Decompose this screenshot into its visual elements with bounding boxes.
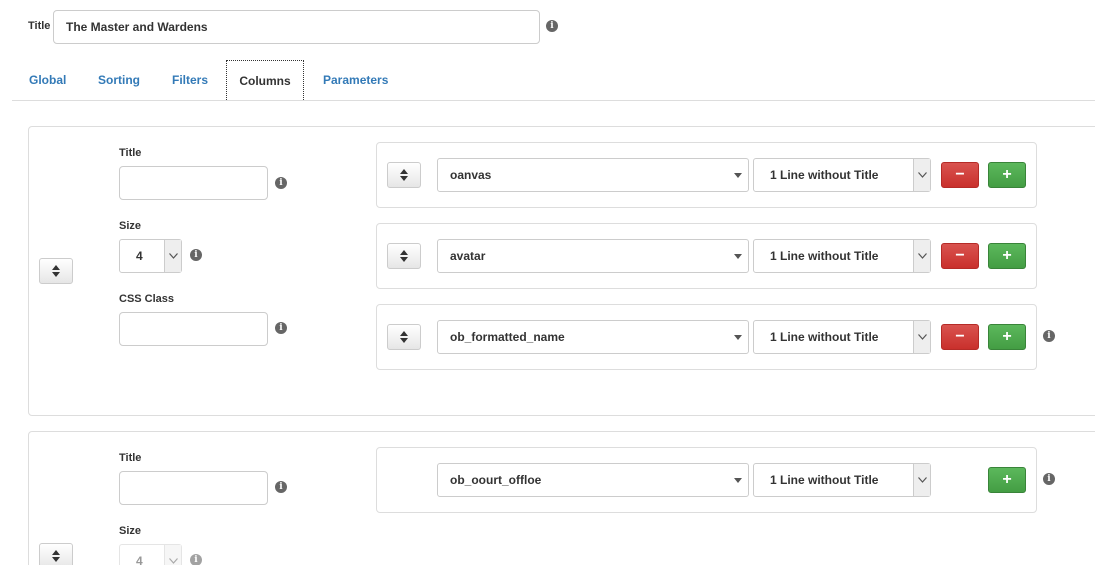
- plus-icon: +: [1002, 328, 1012, 345]
- group-drag-handle[interactable]: [39, 258, 73, 284]
- tabs-divider: [12, 100, 1095, 101]
- sort-icon: [400, 250, 408, 262]
- field-name-value: ob_formatted_name: [450, 330, 565, 344]
- minus-icon: −: [955, 247, 965, 264]
- caret-down-icon: [734, 254, 742, 259]
- field-format-select[interactable]: 1 Line without Title: [753, 320, 931, 354]
- tab-filters[interactable]: Filters: [172, 73, 208, 87]
- group-size-select[interactable]: 4: [119, 544, 182, 565]
- info-icon: i: [1043, 330, 1055, 342]
- group-drag-handle[interactable]: [39, 543, 73, 565]
- field-format-value: 1 Line without Title: [770, 330, 879, 344]
- sort-icon: [52, 265, 60, 277]
- plus-icon: +: [1002, 247, 1012, 264]
- info-icon: i: [1043, 473, 1055, 485]
- field-format-select[interactable]: 1 Line without Title: [753, 158, 931, 192]
- add-field-button[interactable]: +: [988, 243, 1026, 269]
- info-icon: i: [546, 20, 558, 32]
- tab-columns[interactable]: Columns: [226, 60, 304, 100]
- add-field-button[interactable]: +: [988, 162, 1026, 188]
- info-icon: i: [275, 322, 287, 334]
- field-name-value: avatar: [450, 249, 486, 263]
- chevron-down-icon: [913, 159, 930, 191]
- info-icon: i: [275, 177, 287, 189]
- group-size-label: Size: [119, 220, 142, 232]
- field-drag-handle[interactable]: [387, 324, 421, 350]
- chevron-down-icon: [913, 464, 930, 496]
- field-format-select[interactable]: 1 Line without Title: [753, 463, 931, 497]
- field-format-select[interactable]: 1 Line without Title: [753, 239, 931, 273]
- tab-parameters[interactable]: Parameters: [323, 73, 388, 87]
- sort-icon: [400, 169, 408, 181]
- add-field-button[interactable]: +: [988, 324, 1026, 350]
- add-field-button[interactable]: +: [988, 467, 1026, 493]
- minus-icon: −: [955, 166, 965, 183]
- plus-icon: +: [1002, 166, 1012, 183]
- title-label: Title: [28, 20, 51, 32]
- title-input[interactable]: The Master and Wardens: [53, 10, 540, 44]
- caret-down-icon: [734, 173, 742, 178]
- tab-global[interactable]: Global: [29, 73, 66, 87]
- info-icon: i: [190, 554, 202, 565]
- group-title-label: Title: [119, 147, 142, 159]
- group-size-value: 4: [136, 554, 143, 565]
- remove-field-button[interactable]: −: [941, 162, 979, 188]
- field-format-value: 1 Line without Title: [770, 249, 879, 263]
- field-name-value: oanvas: [450, 168, 492, 182]
- field-format-value: 1 Line without Title: [770, 473, 879, 487]
- field-name-value: ob_oourt_offloe: [450, 473, 542, 487]
- tab-sorting[interactable]: Sorting: [98, 73, 140, 87]
- chevron-down-icon: [164, 545, 181, 565]
- field-name-select[interactable]: avatar: [437, 239, 749, 273]
- minus-icon: −: [955, 328, 965, 345]
- sort-icon: [400, 331, 408, 343]
- chevron-down-icon: [913, 321, 930, 353]
- caret-down-icon: [734, 335, 742, 340]
- remove-field-button[interactable]: −: [941, 324, 979, 350]
- info-icon: i: [275, 481, 287, 493]
- group-title-label: Title: [119, 452, 142, 464]
- group-size-label: Size: [119, 525, 142, 537]
- group-size-select[interactable]: 4: [119, 239, 182, 273]
- field-drag-handle[interactable]: [387, 243, 421, 269]
- field-format-value: 1 Line without Title: [770, 168, 879, 182]
- info-icon: i: [190, 249, 202, 261]
- group-css-input[interactable]: [119, 312, 268, 346]
- caret-down-icon: [734, 478, 742, 483]
- field-drag-handle[interactable]: [387, 162, 421, 188]
- plus-icon: +: [1002, 471, 1012, 488]
- chevron-down-icon: [913, 240, 930, 272]
- group-size-value: 4: [136, 249, 143, 263]
- field-name-select[interactable]: ob_formatted_name: [437, 320, 749, 354]
- sort-icon: [52, 550, 60, 562]
- field-name-select[interactable]: oanvas: [437, 158, 749, 192]
- field-name-select[interactable]: ob_oourt_offloe: [437, 463, 749, 497]
- group-title-input[interactable]: [119, 166, 268, 200]
- group-css-label: CSS Class: [119, 293, 175, 305]
- group-title-input[interactable]: [119, 471, 268, 505]
- chevron-down-icon: [164, 240, 181, 272]
- remove-field-button[interactable]: −: [941, 243, 979, 269]
